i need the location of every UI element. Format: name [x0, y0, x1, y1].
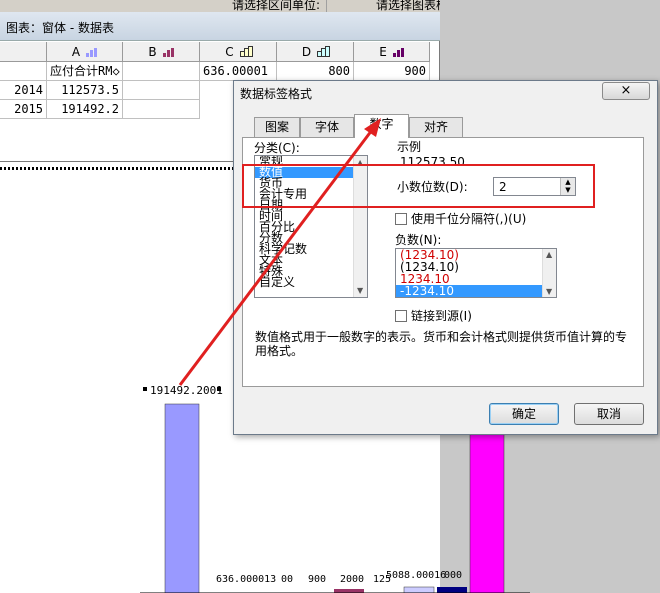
annotation-arrow-icon: [178, 118, 381, 386]
